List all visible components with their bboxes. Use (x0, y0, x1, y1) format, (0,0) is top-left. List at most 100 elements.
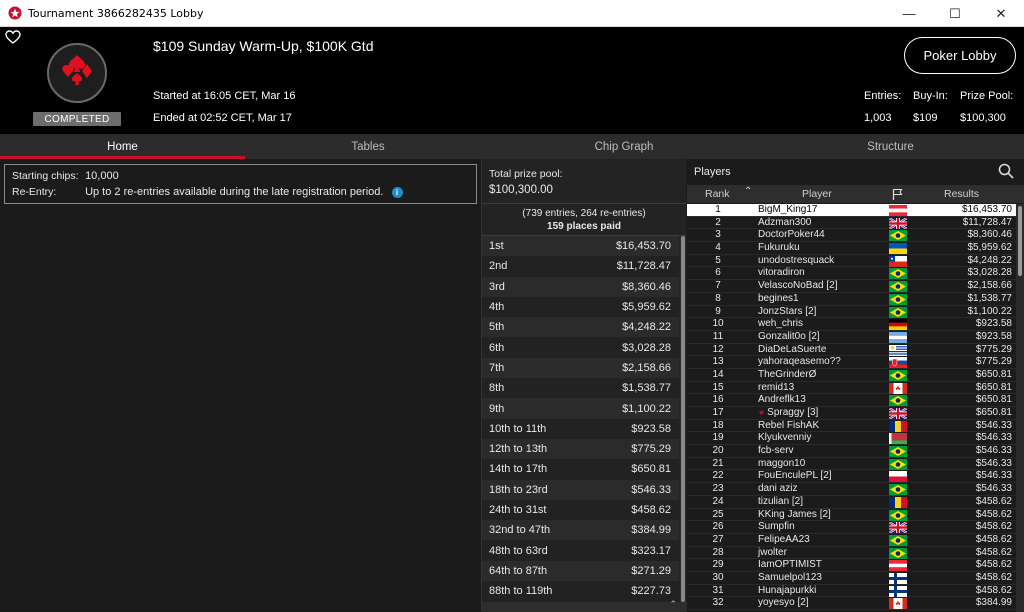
prize-summary: (739 entries, 264 re-entries) 159 places… (482, 204, 686, 236)
maximize-button[interactable]: ☐ (932, 0, 978, 27)
scroll-up-icon[interactable]: ⌃ (669, 599, 677, 610)
prize-row: 18th to 23rd $546.33 (482, 479, 679, 500)
player-name-cell: FouEnculePL [2] (758, 470, 832, 483)
player-row[interactable]: 4 Fukuruku $5,959.62 (687, 242, 1016, 255)
info-icon[interactable]: i (391, 186, 403, 198)
players-scrollbar[interactable] (1016, 204, 1024, 612)
tab-home[interactable]: Home (0, 134, 245, 159)
player-row[interactable]: 15 remid13 $650.81 (687, 382, 1016, 395)
col-results[interactable]: Results (944, 188, 979, 200)
player-result: $458.62 (975, 521, 1012, 533)
prize-place: 1st (489, 240, 504, 253)
player-row[interactable]: 22 FouEnculePL [2] $546.33 (687, 470, 1016, 484)
flag-column-icon[interactable] (892, 188, 903, 200)
player-name-cell: yahoraqeasemo?? (758, 356, 841, 369)
prize-amount: $458.62 (631, 504, 671, 516)
col-player[interactable]: Player (802, 188, 832, 200)
player-row[interactable]: 10 weh_chris $923.58 (687, 318, 1016, 331)
player-row[interactable]: 6 vitoradiron $3,028.28 (687, 267, 1016, 281)
prize-scrollbar-thumb[interactable] (681, 236, 685, 602)
player-row[interactable]: 3 DoctorPoker44 $8,360.46 (687, 229, 1016, 243)
player-rank: 5 (715, 254, 721, 266)
close-button[interactable]: ✕ (978, 0, 1024, 27)
player-row[interactable]: 9 JonzStars [2] $1,100.22 (687, 306, 1016, 319)
player-result: $650.81 (975, 394, 1012, 406)
player-row[interactable]: 18 Rebel FishAK $546.33 (687, 420, 1016, 433)
tab-tables[interactable]: Tables (245, 134, 491, 159)
player-row[interactable]: 25 KKing James [2] $458.62 (687, 509, 1016, 522)
player-rank: 16 (712, 394, 724, 406)
starting-chips-row: Starting chips: 10,000 (12, 170, 119, 182)
player-row[interactable]: 17 ★ Spraggy [3] $650.81 (687, 407, 1016, 420)
player-row[interactable]: 5 unodostresquack $4,248.22 (687, 255, 1016, 268)
col-rank[interactable]: Rank (705, 188, 730, 200)
player-name: begines1 (758, 292, 799, 304)
player-row[interactable]: 8 begines1 $1,538.77 (687, 293, 1016, 306)
player-result: $8,360.46 (967, 229, 1013, 241)
player-name-cell: Andreflk13 (758, 394, 806, 407)
prize-amount: $384.99 (631, 524, 671, 537)
player-row[interactable]: 31 Hunajapurkki $458.62 (687, 585, 1016, 598)
player-name: Hunajapurkki (758, 584, 817, 596)
prize-amount: $650.81 (631, 463, 671, 476)
player-rank: 9 (715, 305, 721, 317)
player-row[interactable]: 23 dani aziz $546.33 (687, 483, 1016, 496)
prize-amount: $271.29 (631, 564, 671, 577)
tab-structure[interactable]: Structure (757, 134, 1024, 159)
player-name: unodostresquack (758, 254, 835, 266)
player-rank: 20 (712, 445, 724, 457)
sort-ascending-icon[interactable]: ⌃ (744, 186, 752, 197)
tournament-header: COMPLETED $109 Sunday Warm-Up, $100K Gtd… (0, 27, 1024, 134)
tab-chip-graph[interactable]: Chip Graph (491, 134, 757, 159)
prize-row: 3rd $8,360.46 (482, 276, 679, 297)
starting-chips-value: 10,000 (85, 170, 119, 182)
prize-scrollbar[interactable] (680, 236, 686, 602)
prize-place: 64th to 87th (489, 564, 548, 577)
player-row[interactable]: 32 yoyesyo [2] $384.99 (687, 597, 1016, 610)
poker-lobby-button[interactable]: Poker Lobby (904, 37, 1016, 74)
player-row[interactable]: 26 Sumpfin $458.62 (687, 521, 1016, 535)
player-row[interactable]: 16 Andreflk13 $650.81 (687, 394, 1016, 407)
player-row[interactable]: 11 Gonzalit0o [2] $923.58 (687, 331, 1016, 344)
player-row[interactable]: 30 Samuelpol123 $458.62 (687, 572, 1016, 585)
country-flag-icon (889, 471, 907, 483)
prize-amount: $323.17 (631, 544, 671, 557)
player-row[interactable]: 14 TheGrinderØ $650.81 (687, 369, 1016, 382)
player-row[interactable]: 7 VelascoNoBad [2] $2,158.66 (687, 280, 1016, 293)
prize-amount: $4,248.22 (622, 321, 671, 334)
player-row[interactable]: 28 jwolter $458.62 (687, 547, 1016, 560)
player-row[interactable]: 29 IamOPTIMIST $458.62 (687, 559, 1016, 572)
player-result: $546.33 (975, 483, 1012, 495)
player-rank: 17 (712, 407, 724, 418)
player-row[interactable]: 24 tizulian [2] $458.62 (687, 496, 1016, 509)
pokerstars-logo-icon (8, 6, 22, 20)
minimize-button[interactable]: — (886, 0, 932, 27)
player-row[interactable]: 12 DiaDeLaSuerte $775.29 (687, 344, 1016, 357)
player-row[interactable]: 1 BigM_King17 $16,453.70 (687, 204, 1016, 217)
player-row[interactable]: 19 Klyukvenniy $546.33 (687, 432, 1016, 446)
player-row[interactable]: 21 maggon10 $546.33 (687, 458, 1016, 471)
prize-row: 14th to 17th $650.81 (482, 459, 679, 480)
prize-amount: $546.33 (631, 483, 671, 496)
player-rank: 15 (712, 381, 724, 393)
player-row[interactable]: 27 FelipeAA23 $458.62 (687, 534, 1016, 547)
player-result: $458.62 (975, 559, 1012, 571)
player-row[interactable]: 20 fcb-serv $546.33 (687, 445, 1016, 458)
prize-place: 32nd to 47th (489, 524, 551, 537)
country-flag-icon (889, 306, 907, 318)
player-result: $775.29 (975, 356, 1012, 368)
prize-place: 10th to 11th (489, 422, 547, 435)
players-scrollbar-thumb[interactable] (1018, 206, 1022, 276)
player-row[interactable]: 2 Adzman300 $11,728.47 (687, 217, 1016, 230)
search-icon[interactable] (998, 163, 1014, 179)
country-flag-icon (889, 585, 907, 597)
players-header: Players (687, 159, 1024, 185)
heart-icon[interactable] (5, 30, 21, 44)
player-result: $5,959.62 (967, 242, 1013, 254)
country-flag-icon (889, 446, 907, 458)
country-flag-icon (889, 572, 907, 584)
player-name: remid13 (758, 381, 795, 393)
player-rank: 29 (712, 559, 724, 571)
player-row[interactable]: 13 yahoraqeasemo?? $775.29 (687, 356, 1016, 369)
player-result: $650.81 (975, 407, 1012, 418)
